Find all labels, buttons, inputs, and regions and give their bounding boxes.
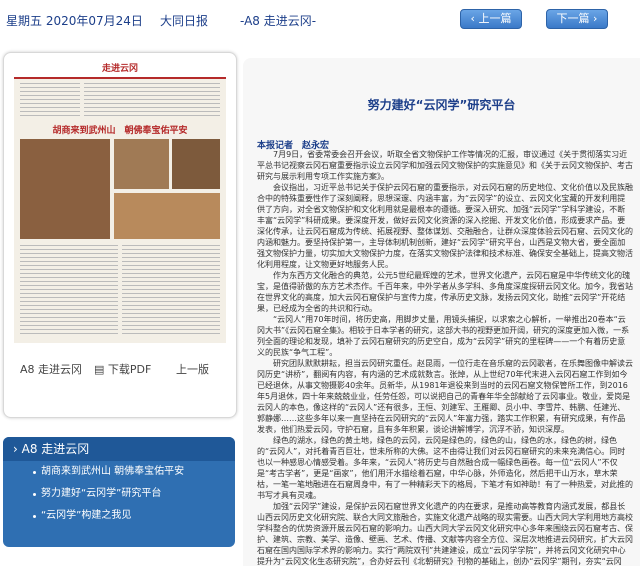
page-label-link[interactable]: A8 走进云冈 [20,361,82,377]
paper-headline: 胡商来到武州山 朝佛奉宝佑平安 [52,126,188,136]
download-pdf-link[interactable]: ▤ 下载PDF [94,361,151,377]
article-paragraph: 作为东西方文化融合的典范，公元5世纪最辉煌的艺术，世界文化遗产，云冈石窟是中华传… [257,271,633,313]
article-paragraph: 加强“云冈学”建设，是保护云冈石窟世界文化遗产的内在要求，是推动高等教育内涵式发… [257,502,633,566]
paper-text-block [84,83,220,119]
article-title: 努力建好“云冈学”研究平台 [367,98,516,112]
issue-date: 星期五 2020年07月24日 [6,14,143,28]
previous-page-link[interactable]: 上一版 [176,361,209,377]
article-paragraph: 会议指出，习近平总书记关于保护云冈石窟的重要指示，对云冈石窟的历史地位、文化价值… [257,183,633,269]
paper-text-block [122,245,220,337]
bullet-icon [33,515,36,518]
paper-photo [114,193,220,239]
paper-photo [20,139,110,239]
sidebar-item-label: “云冈学”构建之我见 [41,510,132,521]
download-pdf-label: 下载PDF [107,363,152,376]
paper-preview-card: 走进云冈 胡商来到武州山 朝佛奉宝佑平安 A8 走进云冈 ▤ 下载PDF 上一版 [3,52,237,418]
article-panel: 努力建好“云冈学”研究平台 本报记者 赵永宏 7月9日，省委常委会召开会议，听取… [243,58,640,566]
article-paragraph: 研究团队默默耕耘，担当云冈研究重任。赵昆雨，一位行走在音乐窟的云冈歌者，在乐舞图… [257,359,633,434]
section-header[interactable]: › A8 走进云冈 [3,437,235,461]
paper-masthead: 走进云冈 [14,61,226,79]
section-sidebar: › A8 走进云冈 胡商来到武州山 朝佛奉宝佑平安 努力建好“云冈学”研究平台 … [3,437,235,547]
article-paragraph: “云冈人”用70年时间，将历史高，用脚步丈量，用镜头捕捉，以求索之心解析，一举推… [257,315,630,357]
paper-name: 大同日报 [160,14,209,28]
top-bar: 星期五 2020年07月24日 大同日报 -A8 走进云冈- ‹ 上一篇 下一篇… [0,0,640,40]
sidebar-item-article[interactable]: “云冈学”构建之我见 [3,505,235,527]
sidebar-item-label: 努力建好“云冈学”研究平台 [41,488,162,499]
article-paragraph: 7月9日，省委常委会召开会议，听取全省文物保护工作等情况的汇报，审议通过《关于贯… [257,150,633,181]
pdf-icon: ▤ [94,363,105,376]
bullet-icon [33,471,36,474]
paper-text-block [20,245,118,337]
chevron-left-icon: ‹ [470,12,475,25]
next-article-button[interactable]: 下一篇 › [546,9,608,29]
left-panel: 走进云冈 胡商来到武州山 朝佛奉宝佑平安 A8 走进云冈 ▤ 下载PDF 上一版… [0,40,240,566]
paper-text-block [20,83,80,119]
next-article-label: 下一篇 [556,12,590,25]
prev-article-label: 上一篇 [478,12,512,25]
article-paragraph: 绿色的湖水，绿色的黄土地，绿色的云冈，云冈是绿色的，绿色的山，绿色的水，绿色的树… [257,436,633,500]
sidebar-item-article[interactable]: 胡商来到武州山 朝佛奉宝佑平安 [3,461,235,483]
paper-page-thumbnail[interactable]: 走进云冈 胡商来到武州山 朝佛奉宝佑平安 [14,61,226,343]
section-title: A8 走进云冈 [21,442,90,456]
bullet-icon [33,493,36,496]
chevron-right-icon: › [13,442,18,456]
page-name: -A8 走进云冈- [240,14,317,28]
chevron-right-icon: › [593,12,598,25]
prev-article-button[interactable]: ‹ 上一篇 [460,9,522,29]
paper-photo [114,139,169,189]
paper-photo [172,139,220,189]
sidebar-item-label: 胡商来到武州山 朝佛奉宝佑平安 [41,466,185,477]
sidebar-item-article[interactable]: 努力建好“云冈学”研究平台 [3,483,235,505]
article-body: 7月9日，省委常委会召开会议，听取全省文物保护工作等情况的汇报，审议通过《关于贯… [257,149,633,566]
